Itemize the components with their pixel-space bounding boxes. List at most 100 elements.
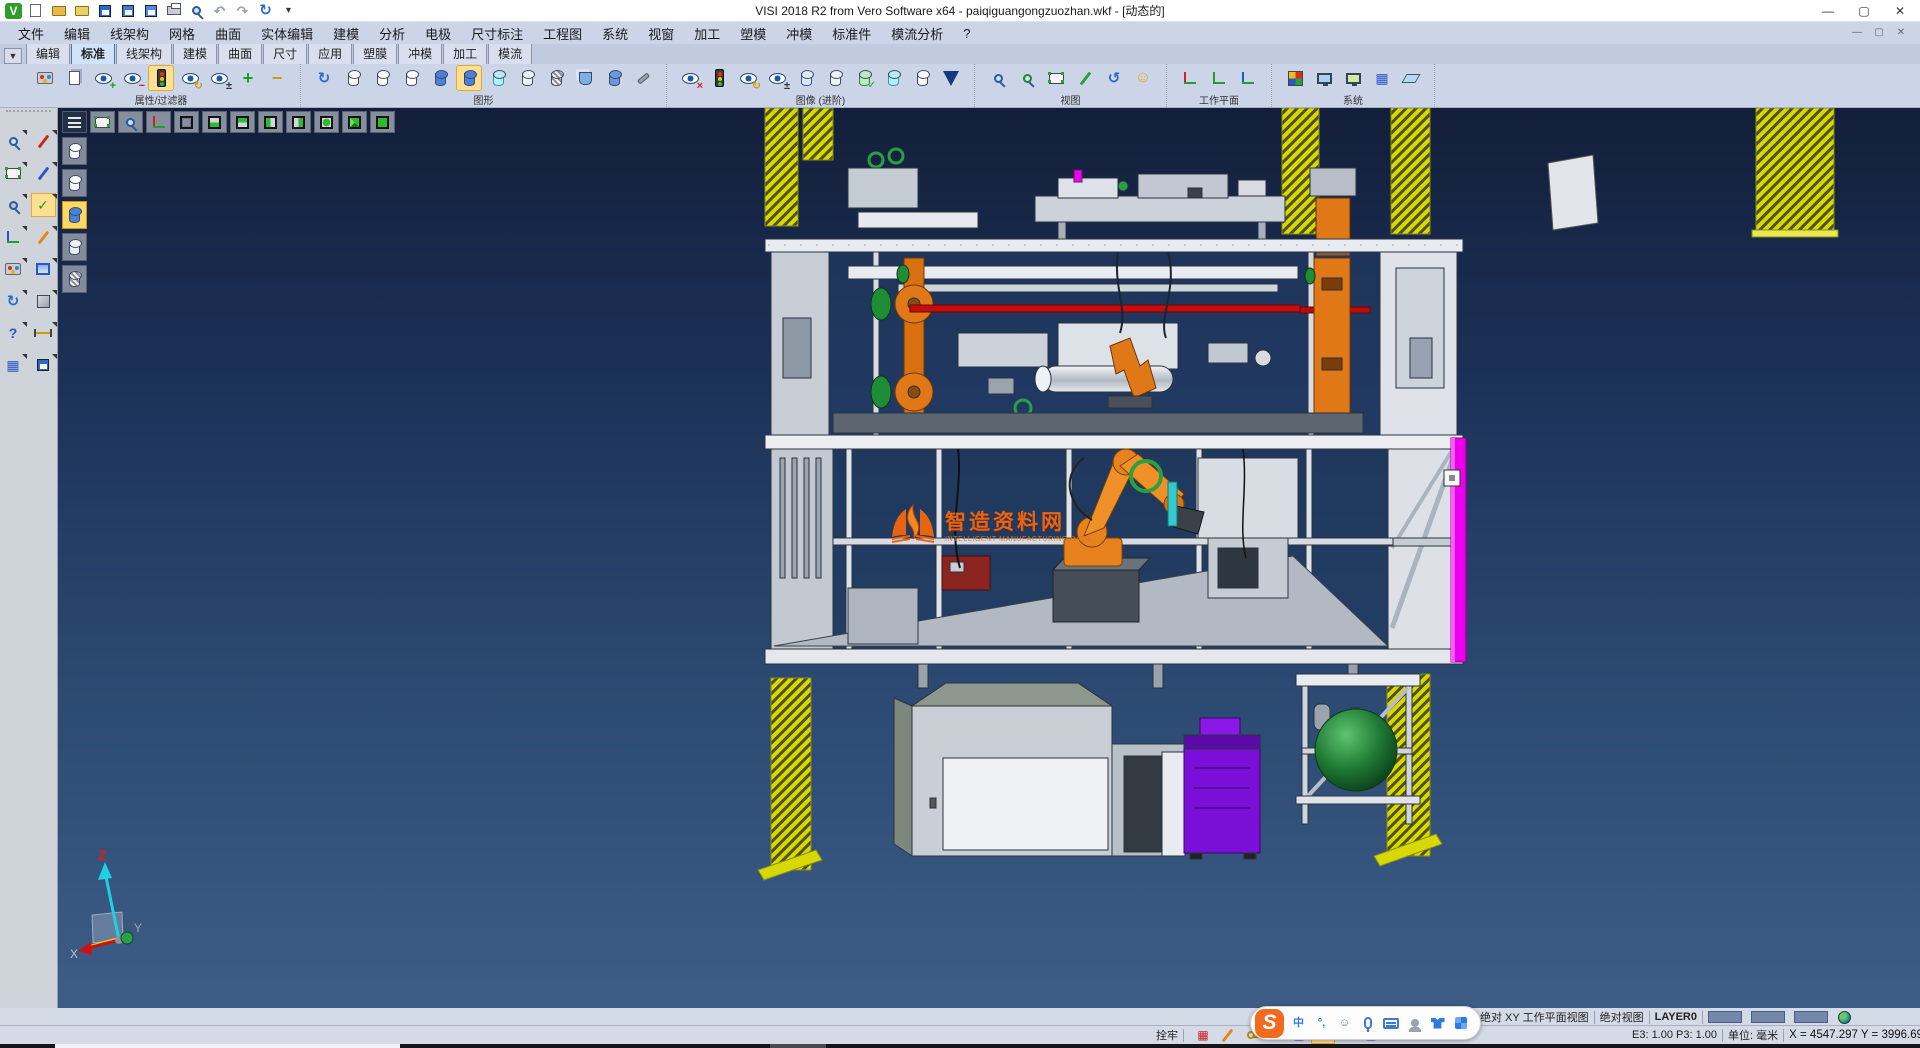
menu-item[interactable]: 塑模 (730, 22, 776, 45)
ime-punct-icon[interactable]: °, (1314, 1014, 1329, 1032)
menu-item[interactable]: 工程图 (533, 22, 592, 45)
toolbar-tab[interactable]: 尺寸 (263, 43, 307, 64)
grid-settings-icon[interactable]: ▦ (1370, 66, 1394, 90)
redo-icon[interactable]: ↷ (232, 1, 253, 20)
view-cube-left-icon[interactable] (258, 111, 283, 133)
taskbar-search-box[interactable] (55, 1044, 400, 1048)
help-icon[interactable]: ? (2, 322, 25, 344)
toggle-visibility-icon[interactable]: ± (207, 66, 231, 90)
solid-view-icon[interactable] (32, 290, 55, 312)
menu-item[interactable]: 实体编辑 (251, 22, 323, 45)
menu-item[interactable]: 电极 (415, 22, 461, 45)
fit-view-icon[interactable] (1044, 66, 1068, 90)
viewport-menu-icon[interactable] (62, 111, 87, 133)
regenerate-icon[interactable]: ↻ (2, 290, 25, 312)
ime-keyboard-icon[interactable] (1383, 1014, 1399, 1032)
view-cube-wire-icon[interactable] (174, 111, 199, 133)
solid-check-icon[interactable]: ✓ (852, 66, 876, 90)
color-settings-icon[interactable] (1283, 66, 1307, 90)
dynamic-zoom-icon[interactable] (2, 130, 25, 152)
layer-move-icon[interactable] (602, 66, 626, 90)
view-cube-iso-icon[interactable] (342, 111, 367, 133)
layer-locked-icon[interactable] (544, 66, 568, 90)
selection-filters-icon[interactable] (149, 66, 173, 90)
color-swatch-1[interactable] (1708, 1011, 1742, 1023)
clip-view-icon[interactable]: × (678, 66, 702, 90)
attributes-paint-icon[interactable] (2, 258, 25, 280)
mdi-minimize-button[interactable]: — (1846, 24, 1868, 40)
layer-off-icon[interactable] (515, 66, 539, 90)
menu-item[interactable]: 建模 (323, 22, 369, 45)
measure-icon[interactable] (1073, 66, 1097, 90)
windows-taskbar[interactable] (0, 1044, 1920, 1048)
view-toggle-icon[interactable]: ± (765, 66, 789, 90)
view-plane-icon[interactable] (90, 111, 115, 133)
render-icon[interactable]: ☺ (1131, 66, 1155, 90)
sogou-logo-icon[interactable]: S (1255, 1009, 1284, 1038)
menu-item[interactable]: 文件 (8, 22, 54, 45)
menu-item[interactable]: 模流分析 (881, 22, 953, 45)
layer-empty-icon[interactable] (341, 66, 365, 90)
view-cube-solid-icon[interactable] (370, 111, 395, 133)
erase-icon[interactable] (32, 130, 55, 152)
qat-more-icon[interactable]: ▾ (278, 1, 299, 20)
menu-item[interactable]: 视窗 (638, 22, 684, 45)
view-zoom-icon[interactable] (118, 111, 143, 133)
view-filters-icon[interactable] (707, 66, 731, 90)
view-cube-front-icon[interactable] (314, 111, 339, 133)
attributes-by-element-icon[interactable] (62, 66, 86, 90)
toolbar-tab[interactable]: 模流 (488, 43, 532, 64)
confirm-icon[interactable]: ✓ (32, 194, 55, 216)
menu-item[interactable]: 编辑 (54, 22, 100, 45)
workplane-entity-icon[interactable] (1207, 66, 1231, 90)
view-cube-bottom-icon[interactable] (202, 111, 227, 133)
menu-item[interactable]: 冲模 (776, 22, 822, 45)
hide-all-icon[interactable]: − (265, 66, 289, 90)
menu-item[interactable]: 尺寸标注 (461, 22, 533, 45)
view-refresh-icon[interactable]: ↻ (736, 66, 760, 90)
print-preview-icon[interactable] (186, 1, 207, 20)
toolbar-tab[interactable]: 加工 (443, 43, 487, 64)
solid-white-icon[interactable] (823, 66, 847, 90)
modify-attributes-icon[interactable] (33, 66, 57, 90)
layer-current-icon[interactable] (457, 66, 481, 90)
layer-copy-icon[interactable] (573, 66, 597, 90)
open-folder-icon[interactable] (48, 1, 69, 20)
zoom-window-icon[interactable] (1015, 66, 1039, 90)
toolbar-grip[interactable] (6, 110, 51, 116)
layer-settings-icon[interactable] (631, 66, 655, 90)
globe-icon[interactable] (1837, 1009, 1853, 1025)
3d-viewport[interactable]: Z X Y 智造资料网 INTELLIGENT MANUFACTURING DA… (58, 108, 1920, 1008)
mdi-close-button[interactable]: ✕ (1890, 24, 1912, 40)
profiles-icon[interactable]: ▦ (2, 354, 25, 376)
replay-icon[interactable]: ↻ (255, 1, 276, 20)
save-icon[interactable] (94, 1, 115, 20)
view-axes-icon[interactable] (146, 111, 171, 133)
view-mode-select[interactable]: 绝对视图 (1600, 1009, 1644, 1025)
dynamic-rotate-icon[interactable] (2, 226, 25, 248)
layer-visible-icon[interactable] (486, 66, 510, 90)
solid-outline-icon[interactable] (794, 66, 818, 90)
save-all-icon[interactable] (140, 1, 161, 20)
workplane-xy-icon[interactable] (1178, 66, 1202, 90)
rail-layer-empty2-icon[interactable] (62, 169, 87, 197)
layer-select[interactable]: LAYER0 (1655, 1011, 1697, 1023)
shaded-mode-icon[interactable] (939, 66, 963, 90)
solid-cyan-icon[interactable] (881, 66, 905, 90)
curve-edit-icon[interactable] (32, 226, 55, 248)
menu-item[interactable]: 加工 (684, 22, 730, 45)
zoom-all-icon[interactable] (986, 66, 1010, 90)
ime-lang-icon[interactable]: 中 (1291, 1014, 1306, 1032)
view-cube-right-icon[interactable] (286, 111, 311, 133)
view-cube-top-icon[interactable] (230, 111, 255, 133)
zoom-extents-icon[interactable] (2, 194, 25, 216)
lock-toggle[interactable]: 拴牢 (1156, 1027, 1178, 1043)
window-layout-icon[interactable] (32, 258, 55, 280)
mdi-restore-button[interactable]: ▢ (1868, 24, 1890, 40)
show-all-icon[interactable]: + (236, 66, 260, 90)
viewport-canvas[interactable]: Z X Y (58, 108, 1920, 1008)
toolbar-tab[interactable]: 标准 (71, 43, 115, 64)
menu-item[interactable]: 标准件 (822, 22, 881, 45)
toolbar-tab[interactable]: 线架构 (116, 43, 172, 64)
ime-emoji-icon[interactable]: ☺ (1337, 1014, 1352, 1032)
